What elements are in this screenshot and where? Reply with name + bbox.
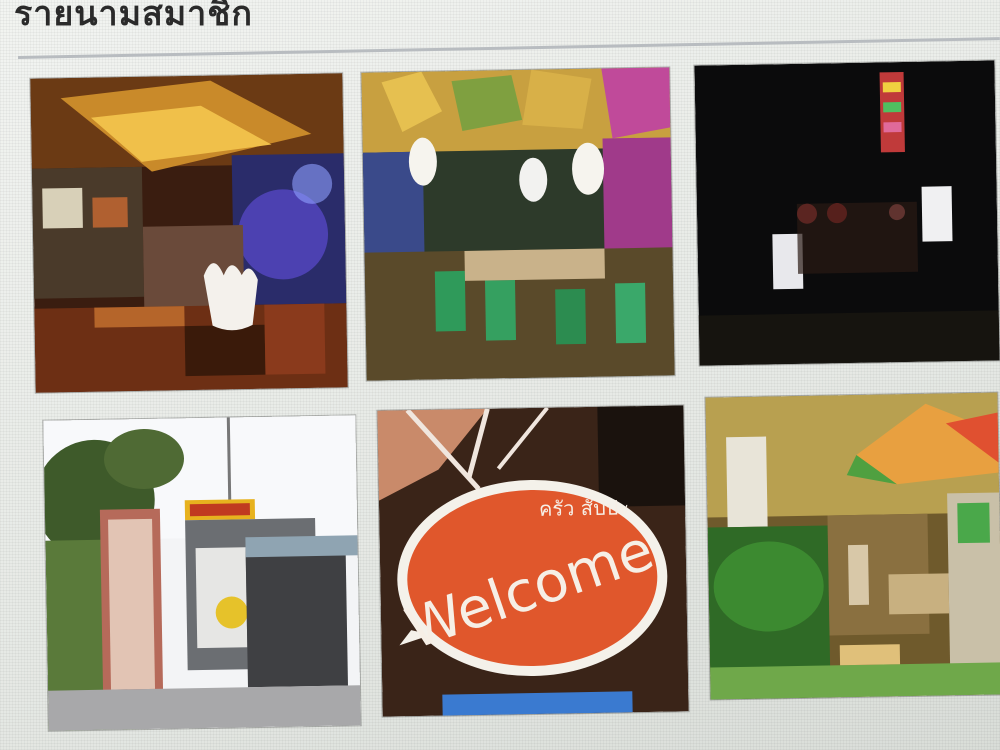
photo-tile-3[interactable] [694,60,1000,366]
monitor-screen: รายนามสมาชิก ครัว สัปปะ Welcome [0,0,1000,750]
photo-tile-1[interactable] [30,73,348,393]
storefront-entrance-photo [43,415,361,731]
title-divider [17,37,1000,59]
welcome-sign-photo: ครัว สัปปะ Welcome [377,405,689,717]
colorful-dining-hall-photo [361,67,675,381]
page-title: รายนามสมาชิก [14,0,253,34]
photo-tile-5[interactable]: ครัว สัปปะ Welcome [377,405,689,717]
garden-seating-photo [705,392,1000,700]
restaurant-interior-photo [30,73,348,393]
sign-thai-text: ครัว สัปปะ [539,495,629,521]
photo-tile-2[interactable] [361,67,675,381]
night-exterior-photo [694,60,1000,366]
photo-tile-4[interactable] [43,415,361,731]
photo-tile-6[interactable] [705,392,1000,700]
